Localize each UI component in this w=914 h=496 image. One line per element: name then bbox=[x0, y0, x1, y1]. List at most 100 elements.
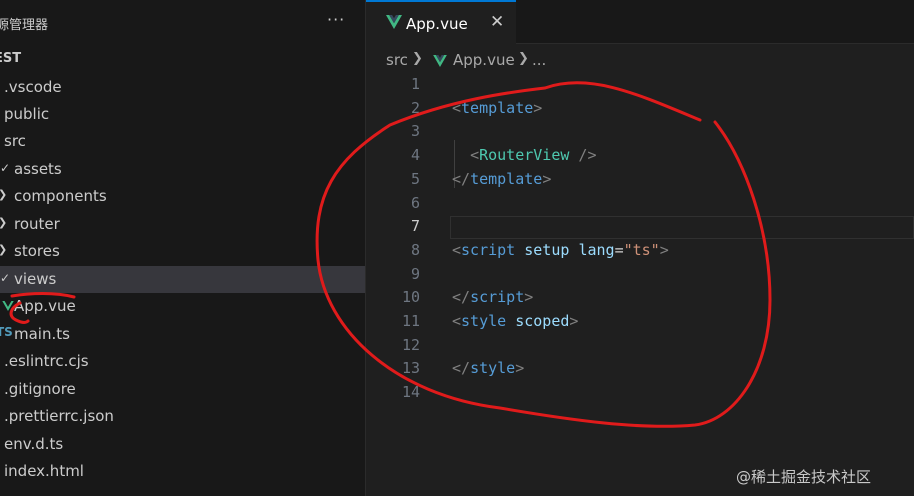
code-line: 7 bbox=[366, 216, 914, 240]
line-number: 1 bbox=[410, 75, 420, 93]
code-text[interactable]: <template> bbox=[452, 99, 542, 117]
tree-item-gitignore[interactable]: .gitignore bbox=[0, 376, 365, 403]
line-number: 7 bbox=[410, 217, 420, 236]
vue-icon bbox=[433, 52, 447, 71]
line-number: 13 bbox=[401, 359, 420, 378]
line-number: 2 bbox=[410, 98, 420, 117]
code-token: </ bbox=[452, 359, 471, 378]
code-token: lang bbox=[578, 240, 615, 259]
chevron-down-icon: ✓ bbox=[0, 271, 11, 285]
tree-item-components[interactable]: ❯ components bbox=[0, 183, 365, 210]
code-line: 8 <script setup lang="ts"> bbox=[366, 240, 914, 264]
tree-item-src[interactable]: src bbox=[0, 128, 365, 155]
tree-item-label: components bbox=[14, 187, 107, 205]
code-token: < bbox=[470, 146, 480, 165]
tree-item-stores[interactable]: ❯ stores bbox=[0, 238, 365, 265]
chevron-down-icon: ✓ bbox=[0, 161, 11, 175]
tree-item-label: index.html bbox=[4, 462, 84, 480]
code-text[interactable]: <script setup lang="ts"> bbox=[452, 241, 669, 259]
code-text[interactable]: </style> bbox=[452, 359, 524, 377]
tree-item-label: main.ts bbox=[14, 325, 70, 343]
tree-item-label: .vscode bbox=[4, 78, 62, 96]
chevron-right-icon: ❯ bbox=[0, 188, 7, 201]
explorer-sidebar: 源管理器 ··· EST .vscode public src ✓assets ❯ com… bbox=[0, 0, 366, 496]
code-token: script bbox=[461, 240, 516, 259]
code-text[interactable]: </script> bbox=[452, 288, 533, 306]
code-line: 10 </script> bbox=[366, 287, 914, 311]
vue-icon bbox=[386, 14, 402, 33]
line-number: 14 bbox=[401, 383, 420, 402]
close-icon[interactable]: ✕ bbox=[490, 12, 504, 32]
tree-item-views[interactable]: ✓ views bbox=[0, 266, 365, 293]
code-token: </ bbox=[452, 288, 471, 307]
explorer-title-bar: 源管理器 ··· bbox=[0, 0, 365, 44]
tab-app-vue[interactable]: App.vue ✕ bbox=[366, 0, 516, 44]
code-line: 6 bbox=[366, 193, 914, 217]
tree-item-label: .eslintrc.cjs bbox=[4, 352, 89, 370]
breadcrumb-item-symbols[interactable]: ... bbox=[532, 51, 546, 69]
code-token: </ bbox=[452, 169, 471, 188]
code-token: < bbox=[452, 240, 462, 259]
code-token: > bbox=[515, 359, 525, 378]
tree-item-App-vue[interactable]: App.vue bbox=[0, 293, 365, 320]
workspace-root-label[interactable]: EST bbox=[0, 51, 21, 66]
code-line: 9 bbox=[366, 264, 914, 288]
code-text[interactable]: <RouterView /> bbox=[452, 146, 596, 165]
chevron-right-icon: ❯ bbox=[0, 216, 7, 229]
tree-item-label: env.d.ts bbox=[4, 435, 64, 453]
code-token: "ts" bbox=[623, 240, 660, 259]
tree-item-router[interactable]: ❯ router bbox=[0, 211, 365, 238]
code-token: template bbox=[461, 98, 534, 117]
tab-label: App.vue bbox=[406, 15, 468, 33]
code-token: > bbox=[533, 98, 543, 117]
code-token: template bbox=[470, 169, 543, 188]
tree-item-eslintrc-cjs[interactable]: .eslintrc.cjs bbox=[0, 348, 365, 375]
tree-item-label: src bbox=[4, 132, 26, 150]
line-number: 6 bbox=[410, 193, 420, 212]
tree-item-vscode[interactable]: .vscode bbox=[0, 74, 365, 101]
code-editor[interactable]: 1 2 <template> 3 4 <RouterView /> 5 </template… bbox=[366, 74, 914, 496]
code-token: style bbox=[461, 312, 507, 330]
tree-item-public[interactable]: public bbox=[0, 101, 365, 128]
code-line: 12 bbox=[366, 335, 914, 359]
code-line: 13 </style> bbox=[366, 358, 914, 382]
code-text[interactable]: </template> bbox=[452, 170, 551, 188]
code-line: 5 </template> bbox=[366, 169, 914, 193]
line-number: 12 bbox=[401, 335, 420, 354]
code-token: > bbox=[542, 169, 552, 188]
line-number: 11 bbox=[401, 312, 420, 330]
line-number: 4 bbox=[410, 146, 420, 165]
code-line: 4 <RouterView /> bbox=[366, 145, 914, 169]
ellipsis-icon[interactable]: ··· bbox=[327, 10, 345, 29]
code-token: > bbox=[569, 312, 579, 330]
code-token: RouterView bbox=[479, 146, 570, 165]
code-token: style bbox=[470, 359, 516, 378]
tree-item-label: .gitignore bbox=[4, 380, 76, 398]
current-line-highlight bbox=[450, 216, 914, 240]
line-number: 5 bbox=[410, 169, 420, 188]
tree-item-assets[interactable]: ✓ assets bbox=[0, 156, 365, 183]
editor-tab-bar: App.vue ✕ bbox=[366, 0, 914, 44]
code-token: < bbox=[452, 98, 462, 117]
breadcrumb-item-app-vue[interactable]: App.vue bbox=[453, 51, 515, 69]
code-line: 3 bbox=[366, 121, 914, 145]
tree-item-label: stores bbox=[14, 242, 60, 260]
tree-item-label: router bbox=[14, 215, 60, 233]
code-token: > bbox=[659, 240, 669, 259]
tree-item-env-d-ts[interactable]: env.d.ts bbox=[0, 431, 365, 458]
line-number: 8 bbox=[410, 240, 420, 259]
code-line: 14 bbox=[366, 382, 914, 406]
tree-item-label: views bbox=[14, 270, 57, 288]
tree-item-label: App.vue bbox=[14, 297, 76, 315]
breadcrumb-item-src[interactable]: src bbox=[386, 51, 408, 69]
tree-item-prettierrc-json[interactable]: .prettierrc.json bbox=[0, 403, 365, 430]
code-text[interactable]: <style scoped> bbox=[452, 312, 578, 330]
tree-item-label: public bbox=[4, 105, 50, 123]
tree-item-main-ts[interactable]: TSmain.ts bbox=[0, 321, 365, 348]
code-token: > bbox=[524, 288, 534, 307]
tree-item-index-html[interactable]: index.html bbox=[0, 458, 365, 485]
line-number: 3 bbox=[410, 122, 420, 141]
code-token: script bbox=[470, 288, 525, 307]
